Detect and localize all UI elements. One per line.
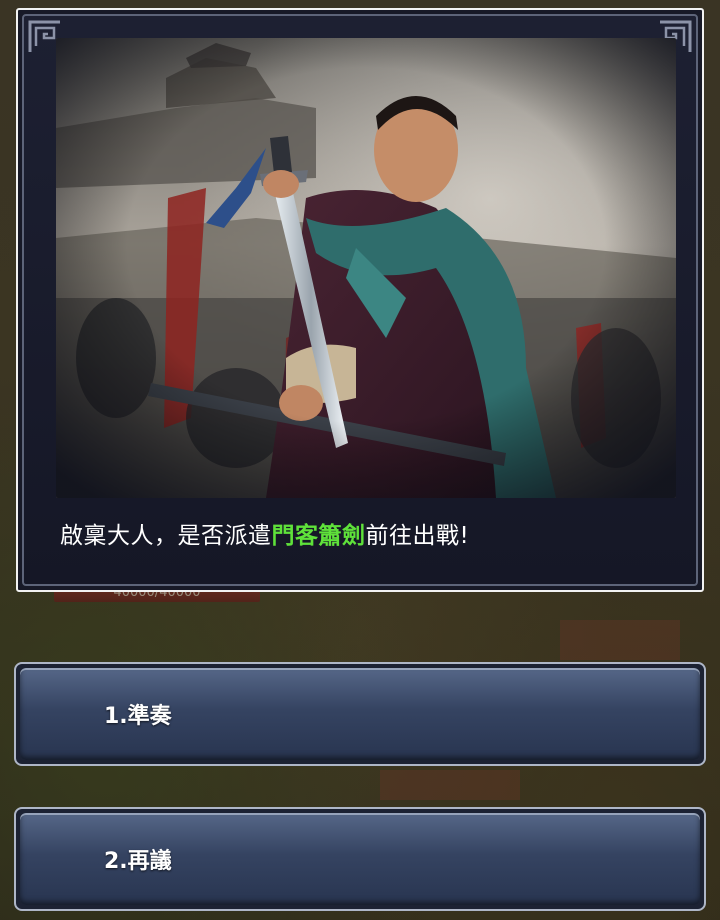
background-building — [560, 620, 680, 660]
retainer-name: 門客簫劍 — [271, 523, 366, 549]
message-prefix: 啟稟大人，是否派遣 — [60, 523, 272, 549]
dialog-frame: 啟稟大人，是否派遣門客簫劍前往出戰! — [22, 14, 698, 586]
approve-button-label: 1.準奏 — [104, 704, 172, 729]
dispatch-dialog: 啟稟大人，是否派遣門客簫劍前往出戰! — [16, 8, 704, 592]
reconsider-button-label: 2.再議 — [104, 849, 172, 874]
reconsider-button[interactable]: 2.再議 — [14, 807, 706, 911]
swordsman-illustration — [56, 38, 676, 498]
message-suffix: 前往出戰! — [365, 523, 470, 549]
background-building — [380, 770, 520, 800]
approve-button[interactable]: 1.準奏 — [14, 662, 706, 766]
dialog-message: 啟稟大人，是否派遣門客簫劍前往出戰! — [60, 516, 469, 550]
